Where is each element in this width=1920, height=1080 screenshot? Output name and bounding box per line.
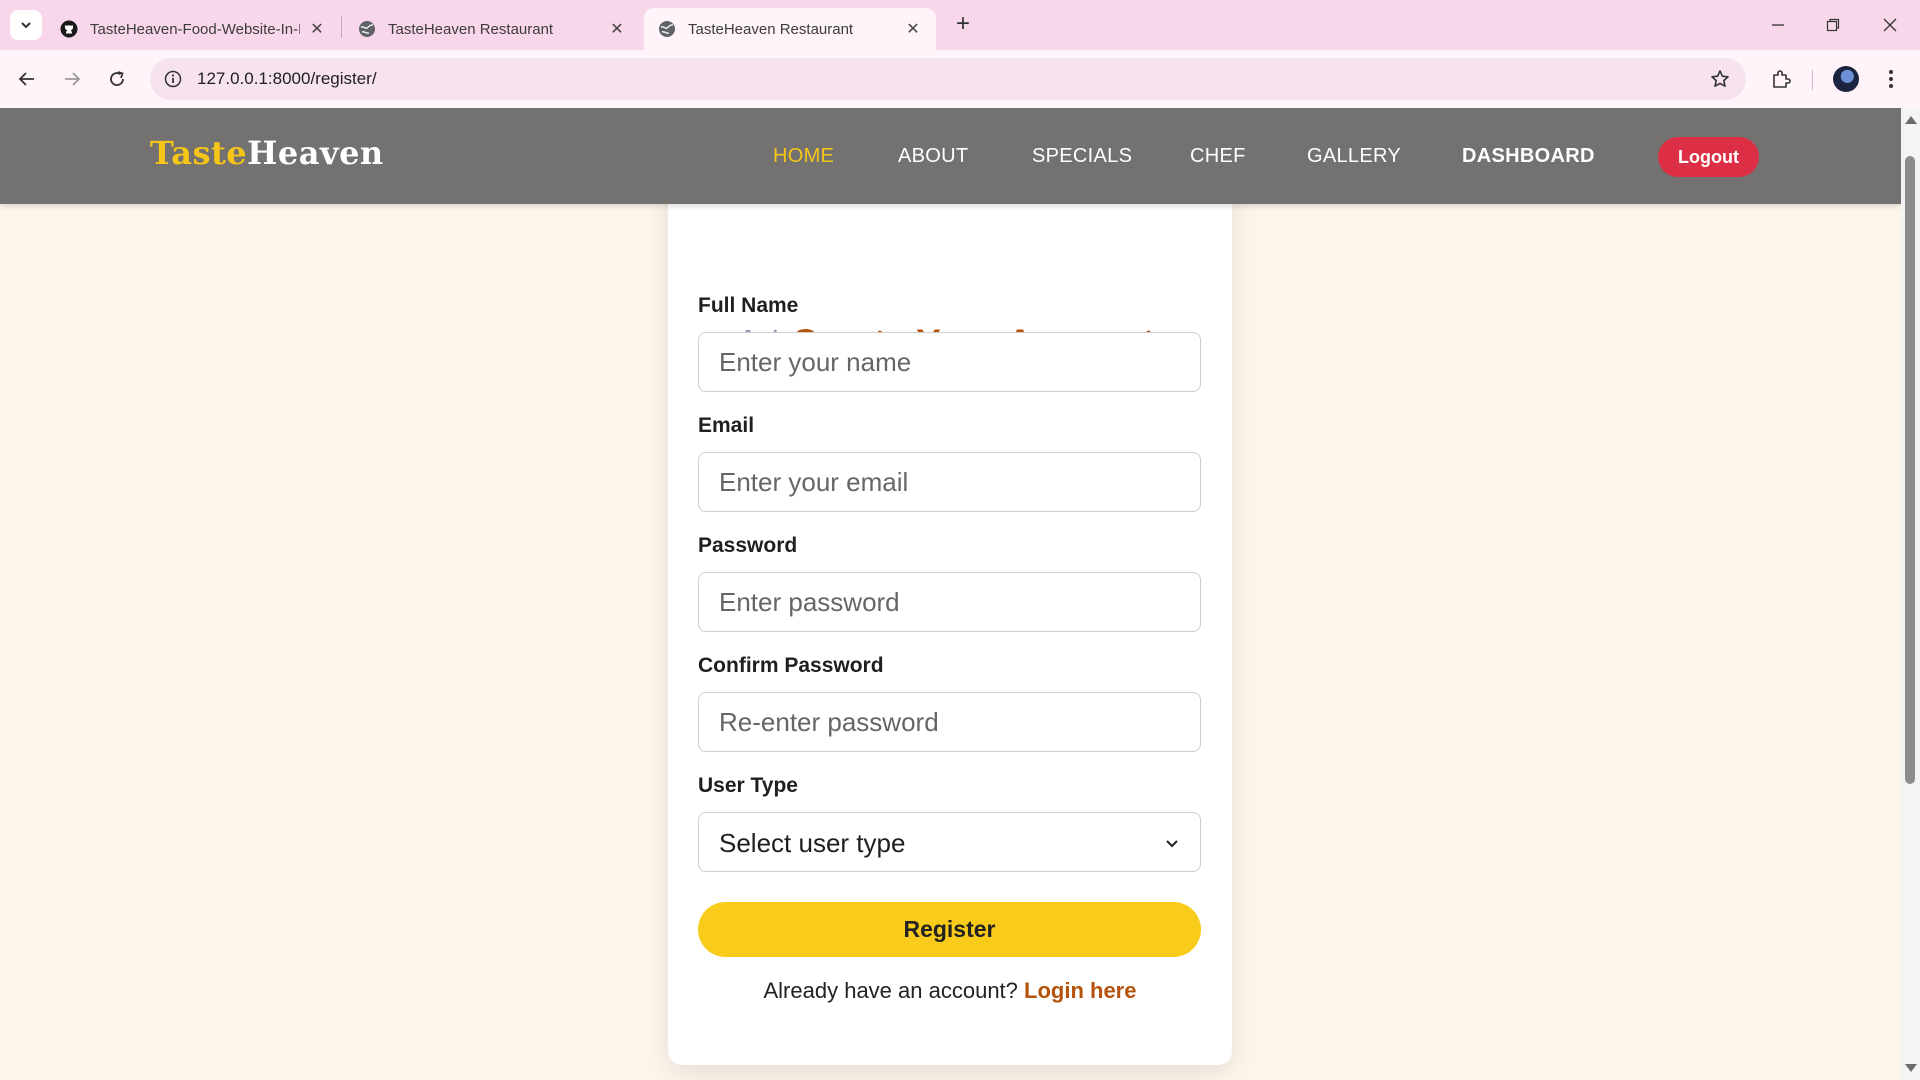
confirm-password-input[interactable] — [698, 692, 1201, 752]
confirm-password-label: Confirm Password — [698, 654, 884, 677]
minimize-button[interactable] — [1756, 8, 1800, 42]
close-icon — [1883, 18, 1897, 32]
nav-specials[interactable]: SPECIALS — [1032, 145, 1132, 168]
full-name-label: Full Name — [698, 294, 799, 317]
close-icon[interactable]: ✕ — [608, 20, 626, 38]
tab-separator — [341, 16, 342, 38]
logo-taste: Taste — [150, 134, 248, 172]
bookmark-star-icon[interactable] — [1708, 67, 1732, 91]
full-name-input[interactable] — [698, 332, 1201, 392]
reload-button[interactable] — [100, 62, 134, 96]
site-logo[interactable]: TasteHeaven — [150, 134, 384, 172]
close-window-button[interactable] — [1868, 8, 1912, 42]
nav-home[interactable]: HOME — [773, 145, 834, 168]
avatar — [1833, 66, 1859, 92]
tab-title: TasteHeaven Restaurant — [388, 20, 554, 38]
scroll-up-arrow-icon[interactable] — [1905, 116, 1917, 124]
browser-menu-button[interactable] — [1874, 62, 1908, 96]
tab-title: TasteHeaven Restaurant — [688, 20, 854, 38]
restore-icon — [1826, 18, 1840, 32]
close-icon[interactable]: ✕ — [904, 20, 922, 38]
scroll-down-arrow-icon[interactable] — [1905, 1064, 1917, 1072]
logo-heaven: Heaven — [247, 134, 384, 172]
password-input[interactable] — [698, 572, 1201, 632]
register-form: Full Name Email Password Confirm Passwor… — [668, 108, 1232, 1080]
user-type-value: Select user type — [719, 828, 906, 858]
user-type-select[interactable]: Select user type — [698, 812, 1201, 872]
forward-arrow-icon — [65, 72, 81, 86]
browser-tab-github[interactable]: TasteHeaven-Food-Website-In-D ✕ — [46, 8, 340, 50]
minimize-icon — [1772, 24, 1784, 26]
browser-tab-bar: TasteHeaven-Food-Website-In-D ✕ TasteHea… — [0, 0, 1920, 50]
nav-chef[interactable]: CHEF — [1190, 145, 1246, 168]
browser-tab-active[interactable]: TasteHeaven Restaurant ✕ — [644, 8, 936, 50]
login-prompt-row: Already have an account? Login here — [668, 978, 1232, 1004]
scroll-thumb[interactable] — [1905, 156, 1915, 784]
kebab-menu-icon — [1889, 70, 1893, 88]
extensions-button[interactable] — [1764, 62, 1798, 96]
profile-button[interactable] — [1829, 62, 1863, 96]
back-arrow-icon — [18, 72, 34, 86]
user-type-label: User Type — [698, 774, 798, 797]
logout-button[interactable]: Logout — [1658, 137, 1759, 177]
globe-icon — [358, 20, 376, 38]
browser-toolbar: 127.0.0.1:8000/register/ — [0, 50, 1920, 108]
login-prompt-text: Already have an account? — [763, 978, 1018, 1003]
github-icon — [60, 20, 78, 38]
url-text[interactable]: 127.0.0.1:8000/register/ — [197, 69, 377, 89]
page-viewport: TasteHeaven HOME ABOUT SPECIALS CHEF GAL… — [0, 108, 1901, 1080]
globe-icon — [658, 20, 676, 38]
page-scrollbar[interactable] — [1901, 108, 1920, 1080]
close-icon[interactable]: ✕ — [308, 20, 326, 38]
browser-tab-restaurant[interactable]: TasteHeaven Restaurant ✕ — [344, 8, 640, 50]
toolbar-divider — [1812, 70, 1813, 90]
tab-search-button[interactable] — [10, 10, 42, 40]
tab-title: TasteHeaven-Food-Website-In-D — [90, 20, 300, 38]
puzzle-icon — [1773, 70, 1791, 88]
chevron-down-icon — [1166, 840, 1178, 848]
forward-button[interactable] — [55, 62, 89, 96]
restore-button[interactable] — [1811, 8, 1855, 42]
password-label: Password — [698, 534, 798, 557]
login-link[interactable]: Login here — [1024, 978, 1136, 1003]
address-bar[interactable]: 127.0.0.1:8000/register/ — [150, 58, 1746, 100]
nav-dashboard[interactable]: DASHBOARD — [1462, 145, 1595, 168]
email-label: Email — [698, 414, 755, 437]
nav-gallery[interactable]: GALLERY — [1307, 145, 1401, 168]
back-button[interactable] — [10, 62, 44, 96]
site-info-icon[interactable] — [162, 68, 184, 90]
reload-icon — [110, 71, 124, 86]
new-tab-button[interactable]: + — [950, 12, 976, 38]
nav-about[interactable]: ABOUT — [898, 145, 968, 168]
register-button[interactable]: Register — [698, 902, 1201, 957]
email-input[interactable] — [698, 452, 1201, 512]
chevron-down-icon — [21, 22, 31, 29]
site-header: TasteHeaven HOME ABOUT SPECIALS CHEF GAL… — [0, 108, 1901, 204]
